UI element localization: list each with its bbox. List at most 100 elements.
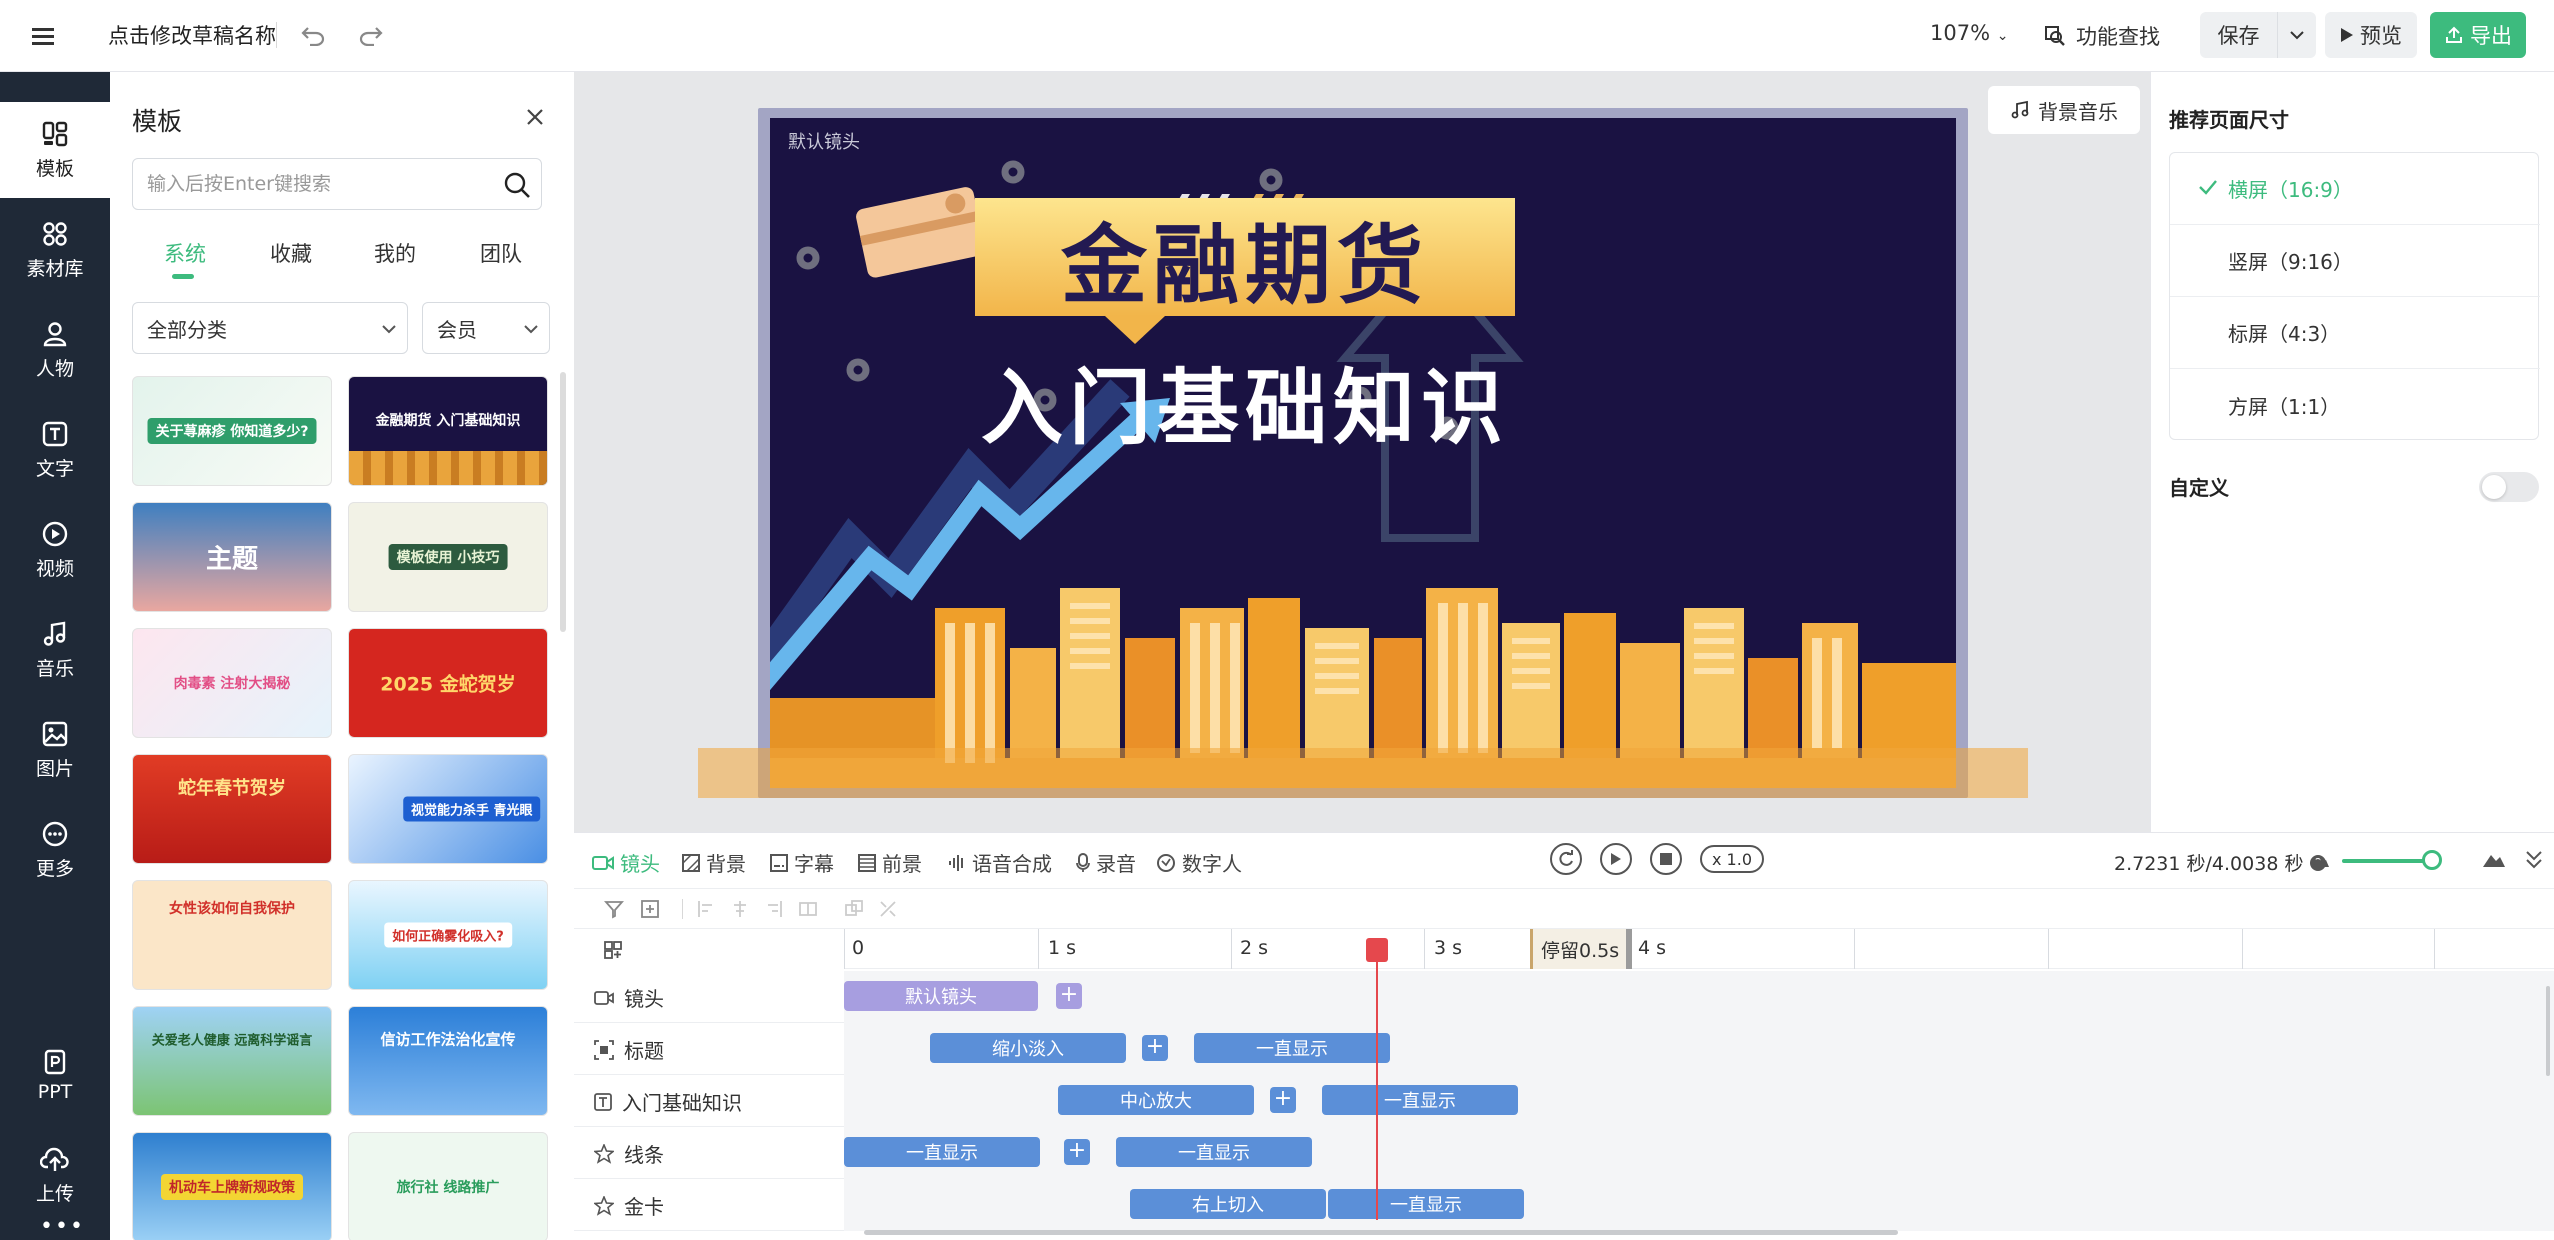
playhead-handle[interactable] — [1366, 938, 1388, 962]
tab-team[interactable]: 团队 — [480, 238, 522, 268]
track-label[interactable]: 标题 — [594, 1035, 664, 1064]
distribute-icon[interactable] — [798, 899, 818, 919]
undo-icon[interactable] — [298, 20, 328, 50]
hamburger-icon[interactable] — [28, 22, 58, 52]
slide-stage[interactable]: 金融期货 入门基础知识 默认镜头 — [698, 108, 2028, 798]
stop-button[interactable] — [1650, 843, 1682, 875]
slide-title[interactable]: 金融期货 — [975, 198, 1515, 316]
clip[interactable]: 一直显示 — [1116, 1137, 1312, 1167]
track-label[interactable]: 镜头 — [594, 983, 664, 1012]
template-card[interactable]: 机动车上牌新规政策 — [132, 1132, 332, 1240]
tab-camera[interactable]: 镜头 — [592, 848, 660, 877]
size-option-4-3[interactable]: 标屏（4:3） — [2170, 297, 2540, 369]
track-label[interactable]: 入门基础知识 — [594, 1087, 742, 1116]
add-clip-button[interactable]: + — [1270, 1087, 1296, 1113]
timeline-zoom-knob[interactable] — [2422, 850, 2442, 870]
tab-mine[interactable]: 我的 — [374, 238, 416, 268]
nav-item-upload[interactable]: 上传 — [0, 1128, 110, 1224]
feature-search-button[interactable]: 功能查找 — [2044, 18, 2160, 54]
play-button[interactable] — [1600, 843, 1632, 875]
group-icon[interactable] — [640, 899, 660, 919]
save-dropdown-button[interactable] — [2278, 12, 2316, 58]
size-option-1-1[interactable]: 方屏（1:1） — [2170, 369, 2540, 441]
tab-tts[interactable]: 语音合成 — [948, 848, 1052, 877]
split-icon[interactable] — [878, 899, 898, 919]
zoom-level[interactable]: 107% ⌄ — [1930, 21, 2008, 45]
add-clip-button[interactable]: + — [1056, 983, 1082, 1009]
track-label[interactable]: 线条 — [594, 1139, 664, 1168]
preview-button[interactable]: 预览 — [2325, 12, 2417, 58]
clip[interactable]: 缩小淡入 — [930, 1033, 1126, 1063]
nav-item-ppt[interactable]: PPT — [0, 1028, 110, 1124]
speed-selector[interactable]: x 1.0 — [1700, 845, 1764, 873]
time-ruler[interactable]: 0 1 s 2 s 3 s 4 s — [844, 929, 2554, 969]
template-card[interactable]: 蛇年春节贺岁 — [132, 754, 332, 864]
close-icon[interactable] — [520, 102, 550, 132]
template-card[interactable]: 关于荨麻疹 你知道多少? — [132, 376, 332, 486]
tab-favorites[interactable]: 收藏 — [270, 238, 312, 268]
zoom-in-mountain-icon[interactable] — [2482, 849, 2506, 869]
template-card[interactable]: 女性该如何自我保护 — [132, 880, 332, 990]
nav-item-music[interactable]: 音乐 — [0, 602, 110, 698]
clip[interactable]: 一直显示 — [1194, 1033, 1390, 1063]
copy-icon[interactable] — [844, 899, 864, 919]
collapse-icon[interactable] — [2524, 849, 2544, 871]
nav-item-person[interactable]: 人物 — [0, 302, 110, 398]
template-card[interactable]: 2025 金蛇贺岁 — [348, 628, 548, 738]
panel-scrollbar[interactable] — [560, 372, 566, 632]
category-select[interactable]: 全部分类 — [132, 302, 408, 354]
template-card[interactable]: 信访工作法治化宣传 — [348, 1006, 548, 1116]
draft-name[interactable]: 点击修改草稿名称 — [108, 20, 276, 50]
align-center-icon[interactable] — [730, 899, 750, 919]
pause-end-handle[interactable] — [1626, 929, 1632, 969]
nav-item-material[interactable]: 素材库 — [0, 202, 110, 298]
slide-canvas[interactable]: 金融期货 入门基础知识 默认镜头 — [770, 118, 1956, 788]
clip[interactable]: 一直显示 — [1322, 1085, 1518, 1115]
slide-subtitle[interactable]: 入门基础知识 — [975, 350, 1515, 456]
align-left-icon[interactable] — [696, 899, 716, 919]
tab-foreground[interactable]: 前景 — [858, 848, 922, 877]
nav-item-image[interactable]: 图片 — [0, 702, 110, 798]
background-music-button[interactable]: 背景音乐 — [1988, 86, 2140, 134]
template-card[interactable]: 视觉能力杀手 青光眼 — [348, 754, 548, 864]
timeline-vertical-scrollbar[interactable] — [2546, 986, 2550, 1076]
tab-digital-human[interactable]: 数字人 — [1156, 848, 1242, 877]
layout-icon[interactable] — [604, 941, 622, 959]
tab-system[interactable]: 系统 — [164, 238, 206, 268]
timeline-horizontal-scrollbar[interactable] — [864, 1230, 1898, 1235]
template-card[interactable]: 如何正确雾化吸入? — [348, 880, 548, 990]
size-option-16-9[interactable]: 横屏（16:9） — [2170, 153, 2540, 225]
zoom-out-mountain-icon[interactable] — [2312, 853, 2330, 869]
replay-button[interactable] — [1550, 843, 1582, 875]
size-option-9-16[interactable]: 竖屏（9:16） — [2170, 225, 2540, 297]
template-card[interactable]: 主题 — [132, 502, 332, 612]
template-card[interactable]: 关爱老人健康 远离科学谣言 — [132, 1006, 332, 1116]
redo-icon[interactable] — [356, 20, 386, 50]
nav-item-text[interactable]: 文字 — [0, 402, 110, 498]
template-card[interactable]: 旅行社 线路推广 — [348, 1132, 548, 1240]
nav-item-more[interactable]: 更多 — [0, 802, 110, 898]
search-input[interactable] — [147, 159, 487, 209]
save-button[interactable]: 保存 — [2200, 12, 2278, 58]
clip[interactable]: 中心放大 — [1058, 1085, 1254, 1115]
clip[interactable]: 默认镜头 — [844, 981, 1038, 1011]
nav-item-video[interactable]: 视频 — [0, 502, 110, 598]
filter-icon[interactable] — [604, 899, 624, 919]
tab-background[interactable]: 背景 — [682, 848, 746, 877]
add-clip-button[interactable]: + — [1142, 1035, 1168, 1061]
clip[interactable]: 右上切入 — [1130, 1189, 1326, 1219]
member-select[interactable]: 会员 — [422, 302, 550, 354]
track-label[interactable]: 金卡 — [594, 1191, 664, 1220]
tab-subtitle[interactable]: 字幕 — [770, 848, 834, 877]
template-card[interactable]: 模板使用 小技巧 — [348, 502, 548, 612]
custom-size-toggle[interactable] — [2479, 472, 2539, 502]
template-card[interactable]: 肉毒素 注射大揭秘 — [132, 628, 332, 738]
align-right-icon[interactable] — [764, 899, 784, 919]
more-dots-icon[interactable]: ••• — [40, 1214, 85, 1239]
search-icon[interactable] — [503, 171, 531, 199]
export-button[interactable]: 导出 — [2430, 12, 2526, 58]
playhead-line[interactable] — [1376, 940, 1378, 1220]
clip[interactable]: 一直显示 — [1328, 1189, 1524, 1219]
tab-record[interactable]: 录音 — [1076, 848, 1136, 877]
pause-marker[interactable]: 停留0.5s — [1530, 929, 1628, 969]
